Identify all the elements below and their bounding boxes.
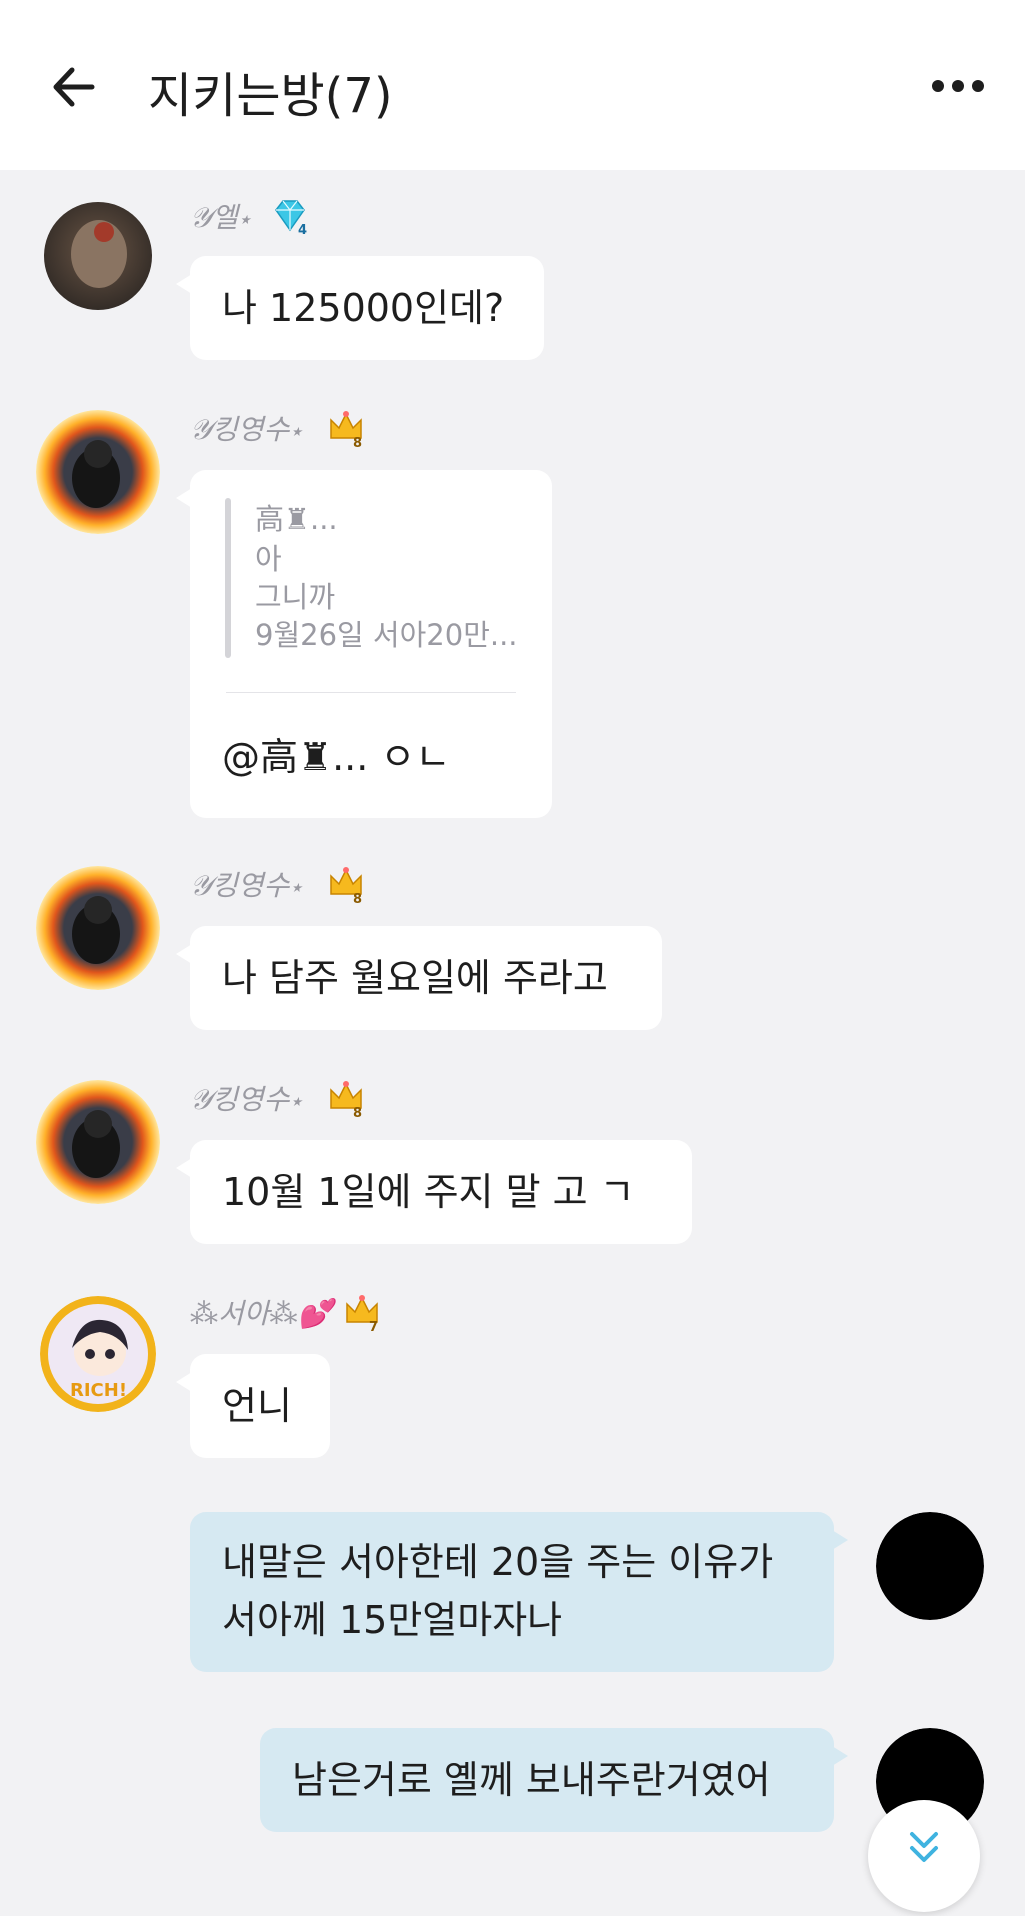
crown-level-icon: 8	[326, 864, 366, 907]
my-message-bubble[interactable]: 내말은 서아한테 20을 주는 이유가 서아께 15만얼마자나	[190, 1512, 848, 1672]
sender-avatar[interactable]	[36, 410, 160, 534]
message-text-line: 서아께 15만얼마자나	[222, 1598, 563, 1642]
quoted-line: 그니까	[255, 580, 336, 614]
svg-text:8: 8	[353, 892, 362, 904]
message-bubble[interactable]: 나 125000인데?	[176, 256, 544, 360]
more-options-button[interactable]	[928, 66, 988, 106]
svg-text:RICH!: RICH!	[70, 1380, 127, 1401]
sender-avatar[interactable]	[36, 866, 160, 990]
my-message-bubble[interactable]: 남은거로 옐께 보내주란거였어	[260, 1728, 848, 1832]
crown-level-icon: 8	[326, 1078, 366, 1121]
message-text: 나 담주 월요일에 주라고	[222, 956, 608, 1000]
svg-text:7: 7	[369, 1320, 378, 1332]
arrow-left-icon	[53, 67, 95, 107]
chat-room-title: 지키는방(7)	[148, 68, 393, 124]
back-button[interactable]	[48, 60, 102, 114]
crown-level-icon: 8	[326, 408, 366, 451]
message-text: 10월 1일에 주지 말 고 ㄱ	[222, 1170, 635, 1214]
message-bubble[interactable]: 언니	[176, 1354, 330, 1458]
message-text: @高♜... ㅇㄴ	[222, 735, 451, 779]
sender-name: 𝒴킹영수⋆	[190, 869, 303, 902]
crown-level-icon: 7	[342, 1292, 382, 1335]
message-text: 남은거로 옐께 보내주란거였어	[292, 1758, 771, 1802]
ellipsis-icon	[932, 80, 984, 92]
scroll-to-bottom-button[interactable]	[868, 1800, 980, 1912]
sender-avatar[interactable]	[44, 202, 152, 310]
message-text: 나 125000인데?	[222, 286, 505, 330]
sender-avatar[interactable]	[36, 1080, 160, 1204]
sender-avatar[interactable]: RICH!	[40, 1296, 156, 1412]
quoted-line: 9월26일 서아20만...	[255, 618, 518, 652]
svg-text:4: 4	[298, 223, 307, 236]
quoted-author: 高♜...	[255, 502, 338, 536]
quote-bar	[225, 498, 231, 658]
message-bubble[interactable]: 나 담주 월요일에 주라고	[176, 926, 662, 1030]
svg-text:8: 8	[353, 1106, 362, 1118]
sender-name: 𝒴엘⋆	[190, 201, 251, 234]
message-text-line: 내말은 서아한테 20을 주는 이유가	[222, 1540, 774, 1584]
sender-name: ⁂서아⁂💕	[190, 1297, 333, 1330]
my-avatar[interactable]	[876, 1512, 984, 1620]
quote-divider	[226, 692, 516, 693]
sender-name: 𝒴킹영수⋆	[190, 413, 303, 446]
double-chevron-down-icon	[910, 1832, 938, 1862]
diamond-level-icon: 4	[270, 196, 310, 238]
message-bubble[interactable]: 10월 1일에 주지 말 고 ㄱ	[176, 1140, 692, 1244]
sender-name: 𝒴킹영수⋆	[190, 1083, 303, 1116]
quoted-line: 아	[255, 542, 282, 576]
svg-text:8: 8	[353, 436, 362, 448]
reply-message-bubble[interactable]: 高♜... 아 그니까 9월26일 서아20만... @高♜... ㅇㄴ	[176, 470, 552, 818]
message-text: 언니	[222, 1384, 292, 1428]
chat-header: 지키는방(7)	[0, 0, 1025, 170]
